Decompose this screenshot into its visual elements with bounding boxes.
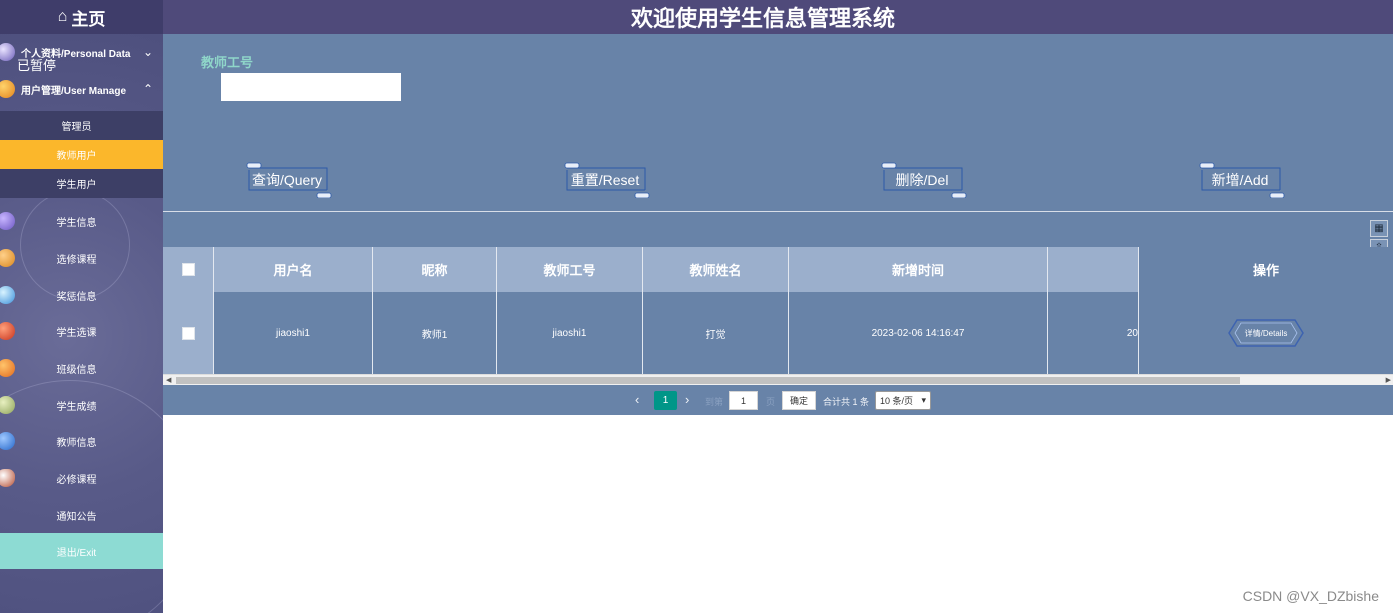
sidebar-item-grades[interactable]: 学生成绩 [0, 387, 163, 423]
goto-confirm-button[interactable]: 确定 [782, 391, 816, 410]
select-all-checkbox[interactable] [181, 263, 195, 276]
chevron-down-icon: ⌄ [142, 45, 153, 59]
teacher-no-label: 教师工号 [201, 55, 254, 70]
reset-button[interactable]: 重置/Reset [559, 162, 651, 198]
planet-icon [0, 80, 15, 98]
page-suffix: 页 [766, 397, 776, 407]
sidebar: ⌂ 主页 个人资料/Personal Data ⌄ 已暂停 用户管理/User … [0, 0, 163, 613]
query-label: 查询/Query [251, 172, 322, 188]
sidebar-item-required-course[interactable]: 必修课程 [0, 460, 163, 496]
total-count: 合计共 1 条 [823, 397, 870, 407]
scrollbar-thumb[interactable] [176, 377, 1240, 384]
column-header-nickname[interactable]: 昵称 [373, 247, 497, 292]
planet-icon [0, 212, 15, 230]
home-icon: ⌂ [57, 8, 68, 25]
prev-page-icon[interactable]: ‹ [635, 392, 639, 407]
sidebar-item-label: 选修课程 [56, 254, 97, 266]
planet-icon [0, 359, 15, 377]
submenu-item-teacher-user[interactable]: 教师用户 [0, 140, 163, 169]
sidebar-item-class-info[interactable]: 班级信息 [0, 350, 163, 386]
next-page-icon[interactable]: › [685, 392, 689, 407]
submenu-item-admin[interactable]: 管理员 [0, 111, 163, 140]
column-header-extra[interactable] [1048, 247, 1139, 292]
menu-group-user-manage[interactable]: 用户管理/User Manage ⌃ [0, 71, 163, 107]
home-label: 主页 [71, 9, 106, 29]
sidebar-item-elective-course[interactable]: 选修课程 [0, 240, 163, 276]
column-header-created-time[interactable]: 新增时间 [789, 247, 1048, 292]
row-checkbox[interactable] [181, 326, 195, 340]
sidebar-item-course-selection[interactable]: 学生选课 [0, 313, 163, 349]
column-header-actions: 操作 [1139, 247, 1393, 292]
atom-icon [0, 43, 15, 61]
teacher-no-input[interactable] [221, 73, 401, 101]
query-button[interactable]: 查询/Query [241, 162, 333, 198]
home-link[interactable]: ⌂ 主页 [0, 0, 163, 34]
submenu-label: 管理员 [61, 122, 92, 133]
delete-button[interactable]: 删除/Del [876, 162, 968, 198]
chevron-up-icon: ⌃ [142, 82, 153, 96]
sidebar-item-label: 学生选课 [56, 327, 97, 339]
exit-button[interactable]: 退出/Exit [0, 533, 163, 569]
planet-icon [0, 432, 15, 450]
page-size-value: 10 条/页 [880, 396, 914, 406]
select-all-cell [163, 247, 214, 292]
page-title: 欢迎使用学生信息管理系统 [163, 0, 1393, 34]
column-header-teacher-no[interactable]: 教师工号 [497, 247, 643, 292]
sidebar-item-rewards[interactable]: 奖惩信息 [0, 277, 163, 313]
sidebar-item-label: 学生成绩 [56, 401, 97, 413]
exit-label: 退出/Exit [56, 547, 97, 559]
details-label: 详情/Details [1244, 328, 1288, 338]
horizontal-scrollbar[interactable]: ◀ ▶ [163, 374, 1393, 385]
watermark: CSDN @VX_DZbishe [1242, 588, 1379, 604]
cell-nickname: 教师1 [373, 292, 497, 374]
cell-teacher-name: 打觉 [643, 292, 789, 374]
sidebar-item-label: 学生信息 [56, 217, 97, 229]
goto-page-input[interactable]: 1 [729, 391, 758, 410]
reset-label: 重置/Reset [570, 172, 640, 188]
delete-label: 删除/Del [895, 172, 949, 188]
column-header-username[interactable]: 用户名 [214, 247, 373, 292]
planet-icon [0, 249, 15, 267]
page-size-select[interactable]: 10 条/页 ▾ [875, 391, 931, 410]
goto-label: 到第 [705, 397, 724, 407]
row-select-cell [163, 292, 214, 374]
sidebar-item-notices[interactable]: 通知公告 [0, 497, 163, 533]
details-button[interactable]: 详情/Details [1227, 317, 1305, 349]
table-header-row: 用户名 昵称 教师工号 教师姓名 新增时间 操作 [163, 247, 1393, 292]
sidebar-item-label: 奖惩信息 [56, 291, 97, 303]
cell-created-time: 2023-02-06 14:16:47 [789, 292, 1048, 374]
add-button[interactable]: 新增/Add [1194, 162, 1286, 198]
columns-filter-icon[interactable]: ▦ [1370, 220, 1388, 237]
planet-icon [0, 286, 15, 304]
table-body: jiaoshi1 教师1 jiaoshi1 打觉 2023-02-06 14:1… [163, 292, 1393, 374]
planet-icon [0, 322, 15, 340]
sidebar-item-label: 教师信息 [56, 437, 97, 449]
submenu-item-student-user[interactable]: 学生用户 [0, 169, 163, 198]
submenu-label: 教师用户 [56, 151, 97, 162]
chevron-down-icon: ▾ [921, 395, 926, 405]
table-toolbar: ▦ ⇪ [163, 212, 1393, 256]
cell-extra: 20 [1048, 292, 1139, 374]
submenu-label: 学生用户 [56, 180, 97, 191]
cell-actions: 详情/Details [1139, 292, 1393, 374]
column-header-teacher-name[interactable]: 教师姓名 [643, 247, 789, 292]
add-label: 新增/Add [1211, 172, 1269, 188]
cell-teacher-no: jiaoshi1 [497, 292, 643, 374]
sidebar-item-label: 班级信息 [56, 364, 97, 376]
planet-icon [0, 396, 15, 414]
pagination: ‹ 1 › 到第 1 页 确定 合计共 1 条 10 条/页 ▾ [163, 385, 1393, 415]
sidebar-item-label: 通知公告 [56, 511, 97, 523]
sidebar-item-label: 必修课程 [56, 474, 97, 486]
menu-group-label: 用户管理/User Manage [21, 85, 127, 97]
sidebar-item-teacher-info[interactable]: 教师信息 [0, 423, 163, 459]
cell-username: jiaoshi1 [214, 292, 373, 374]
sidebar-item-student-info[interactable]: 学生信息 [0, 203, 163, 239]
page-number-current[interactable]: 1 [654, 391, 677, 410]
search-panel: 教师工号 查询/Query 重置/Reset 删除/Del 新增/Add [163, 34, 1393, 212]
rocket-icon [0, 469, 15, 487]
